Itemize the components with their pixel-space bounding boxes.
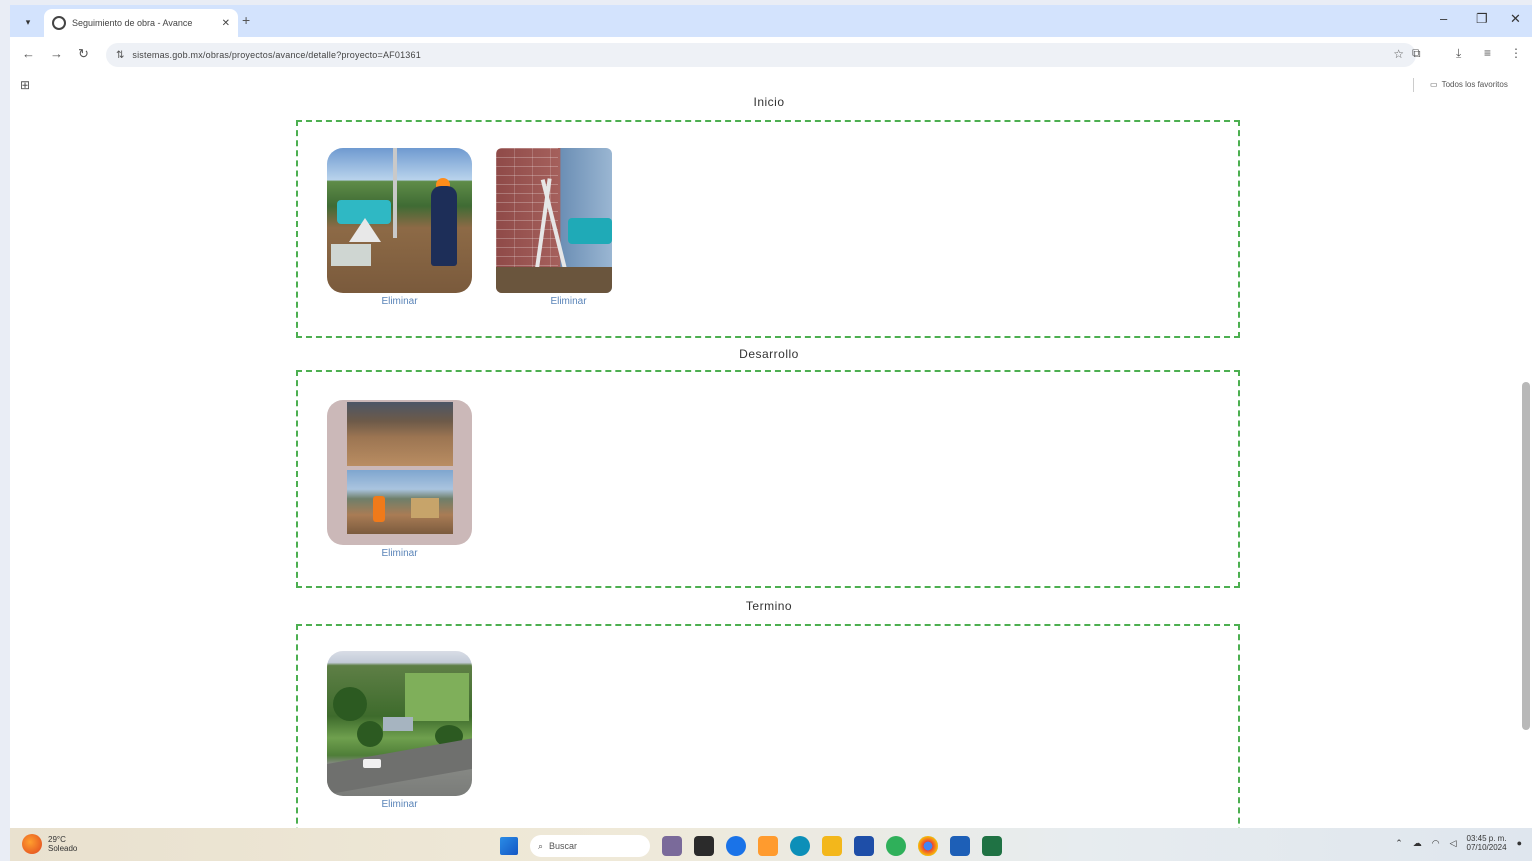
taskbar-search[interactable]: ⌕ Buscar <box>530 835 650 857</box>
page-viewport: Inicio Eliminar Eliminar Desarrollo Elim… <box>10 97 1532 828</box>
active-tab[interactable]: Seguimiento de obra - Avance ✕ <box>44 9 238 37</box>
taskbar-apps: ⌕ Buscar <box>500 835 1002 857</box>
sun-icon <box>22 834 42 854</box>
section-title-inicio: Inicio <box>753 97 785 109</box>
section-title-termino: Termino <box>745 599 793 613</box>
section-title-desarrollo: Desarrollo <box>739 347 799 361</box>
bookmarks-bar: ⊞ ▭ Todos los favoritos <box>10 73 1532 97</box>
section-inicio: Eliminar Eliminar <box>296 120 1240 338</box>
download-icon[interactable]: ⤓ <box>1456 46 1461 61</box>
clock[interactable]: 03:45 p. m. 07/10/2024 <box>1467 834 1507 852</box>
weather-desc: Soleado <box>48 844 78 853</box>
store-icon[interactable] <box>854 836 874 856</box>
browser-toolbar: ← → ↻ ⇅ sistemas.gob.mx/obras/proyectos/… <box>10 37 1532 73</box>
windows-start-icon[interactable] <box>500 837 518 855</box>
photo-card: Eliminar <box>496 148 612 307</box>
section-termino: Eliminar <box>296 624 1240 828</box>
search-icon: ⌕ <box>538 840 544 851</box>
tab-title: Seguimiento de obra - Avance <box>72 18 193 28</box>
weather-widget[interactable]: 29°C Soleado <box>22 834 77 854</box>
onedrive-icon[interactable]: ☁ <box>1413 838 1422 849</box>
delete-photo-link[interactable]: Eliminar <box>327 296 472 307</box>
photos-icon[interactable] <box>758 836 778 856</box>
page-scrollbar[interactable] <box>1522 382 1530 730</box>
photo-surveying-wall[interactable] <box>496 148 612 293</box>
bookmarks-divider <box>1413 78 1414 92</box>
notification-icon[interactable]: ● <box>1517 838 1522 848</box>
close-tab-icon[interactable]: ✕ <box>222 18 230 29</box>
all-bookmarks-label: Todos los favoritos <box>1441 80 1508 89</box>
tab-search-button[interactable]: ▾ <box>18 12 38 32</box>
delete-photo-link[interactable]: Eliminar <box>327 548 472 559</box>
excel-icon[interactable] <box>982 836 1002 856</box>
back-icon[interactable]: ← <box>22 46 35 61</box>
restore-icon[interactable]: ❐ <box>1476 11 1488 27</box>
copilot-icon[interactable] <box>726 836 746 856</box>
clock-date: 07/10/2024 <box>1466 843 1507 852</box>
whatsapp-icon[interactable] <box>886 836 906 856</box>
bookmark-star-icon[interactable]: ☆ <box>1393 47 1404 61</box>
reload-icon[interactable]: ↻ <box>78 46 89 62</box>
windows-taskbar: 29°C Soleado ⌕ Buscar ⌃ ☁ ◠ ◁ 03:45 p. m… <box>10 828 1532 861</box>
extensions-icon[interactable]: ⧉ <box>1412 46 1421 61</box>
close-window-icon[interactable]: ✕ <box>1510 11 1521 27</box>
photo-card: Eliminar <box>327 400 472 559</box>
url-text: sistemas.gob.mx/obras/proyectos/avance/d… <box>132 50 421 60</box>
taskbar-search-placeholder: Buscar <box>549 841 578 851</box>
tab-strip: ▾ Seguimiento de obra - Avance ✕ + – ❐ ✕ <box>10 5 1532 37</box>
all-bookmarks-button[interactable]: ▭ Todos los favoritos <box>1430 80 1508 89</box>
forward-icon[interactable]: → <box>50 46 63 61</box>
clock-time: 03:45 p. m. <box>1466 834 1507 843</box>
globe-icon <box>52 16 66 30</box>
delete-photo-link[interactable]: Eliminar <box>327 799 472 810</box>
weather-temp: 29°C <box>48 835 66 844</box>
system-tray: ⌃ ☁ ◠ ◁ 03:45 p. m. 07/10/2024 ● <box>1395 834 1522 852</box>
photo-excavation-collage[interactable] <box>327 400 472 545</box>
edge-icon[interactable] <box>790 836 810 856</box>
tray-overflow-icon[interactable]: ⌃ <box>1395 838 1403 849</box>
profile-icon[interactable]: ≡ <box>1484 46 1491 60</box>
task-view-icon[interactable] <box>694 836 714 856</box>
minimize-icon[interactable]: – <box>1440 11 1447 26</box>
section-desarrollo: Eliminar <box>296 370 1240 588</box>
volume-icon[interactable]: ◁ <box>1450 838 1457 849</box>
menu-icon[interactable]: ⋮ <box>1510 46 1522 60</box>
apps-grid-icon[interactable]: ⊞ <box>20 78 30 92</box>
photo-pump-site[interactable] <box>327 148 472 293</box>
site-info-icon[interactable]: ⇅ <box>116 50 124 61</box>
photo-aerial-view[interactable] <box>327 651 472 796</box>
new-tab-icon[interactable]: + <box>242 12 250 28</box>
wifi-icon[interactable]: ◠ <box>1432 838 1440 849</box>
chrome-icon[interactable] <box>918 836 938 856</box>
photo-card: Eliminar <box>327 651 472 810</box>
folder-icon: ▭ <box>1430 80 1438 89</box>
widgets-icon[interactable] <box>662 836 682 856</box>
delete-photo-link[interactable]: Eliminar <box>496 296 641 307</box>
photo-card: Eliminar <box>327 148 472 307</box>
word-icon[interactable] <box>950 836 970 856</box>
file-explorer-icon[interactable] <box>822 836 842 856</box>
address-bar[interactable]: ⇅ sistemas.gob.mx/obras/proyectos/avance… <box>106 43 1416 67</box>
